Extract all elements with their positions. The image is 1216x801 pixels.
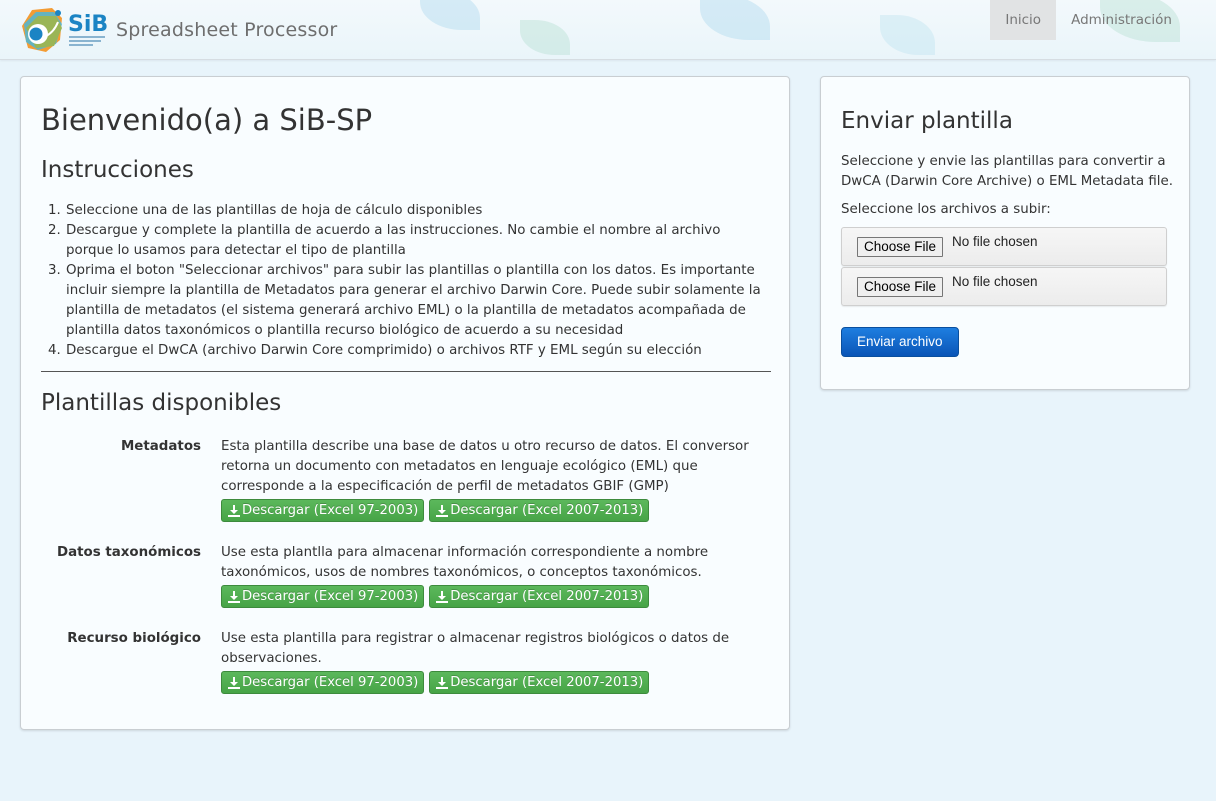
file-status: No file chosen	[952, 234, 1038, 249]
file-status: No file chosen	[952, 274, 1038, 289]
download-icon	[436, 676, 449, 689]
instruction-item: Seleccione una de las plantillas de hoja…	[65, 201, 766, 221]
background-leaf	[700, 0, 770, 40]
download-icon	[228, 504, 240, 517]
instructions-heading: Instrucciones	[41, 157, 194, 183]
background-leaf	[880, 15, 935, 55]
upload-panel: Enviar plantilla Seleccione y envie las …	[820, 76, 1190, 390]
download-icon	[436, 504, 449, 517]
download-icon	[228, 676, 240, 689]
upload-heading: Enviar plantilla	[841, 108, 1013, 134]
submit-file-button[interactable]: Enviar archivo	[841, 327, 959, 357]
download-xls-label: Descargar (Excel 97-2003)	[242, 675, 419, 690]
brand[interactable]: SiB Spreadsheet Processor	[18, 4, 337, 56]
template-name: Recurso biológico	[67, 631, 201, 646]
instructions-list: Seleccione una de las plantillas de hoja…	[41, 201, 766, 361]
template-description: Use esta plantilla para registrar o alma…	[221, 631, 730, 666]
choose-file-button[interactable]: Choose File	[857, 237, 944, 257]
choose-file-button[interactable]: Choose File	[857, 277, 944, 297]
download-xlsx-button[interactable]: Descargar (Excel 2007-2013)	[429, 499, 650, 522]
download-xlsx-button[interactable]: Descargar (Excel 2007-2013)	[429, 671, 650, 694]
download-xlsx-button[interactable]: Descargar (Excel 2007-2013)	[429, 585, 650, 608]
download-xlsx-label: Descargar (Excel 2007-2013)	[450, 503, 644, 518]
background-leaf	[420, 0, 480, 30]
template-description: Esta plantilla describe una base de dato…	[221, 439, 749, 494]
divider	[41, 371, 771, 372]
app-title: Spreadsheet Processor	[116, 19, 338, 41]
page-title: Bienvenido(a) a SiB-SP	[41, 103, 373, 137]
file-input-1[interactable]: Choose File No file chosen	[841, 227, 1167, 266]
instruction-item: Descargue y complete la plantilla de acu…	[65, 221, 766, 261]
template-name: Datos taxonómicos	[56, 545, 201, 560]
file-input-2[interactable]: Choose File No file chosen	[841, 267, 1167, 306]
template-description: Use esta plantlla para almacenar informa…	[221, 545, 709, 580]
download-xls-label: Descargar (Excel 97-2003)	[242, 589, 419, 604]
templates-heading: Plantillas disponibles	[41, 390, 282, 416]
instruction-item: Descargue el DwCA (archivo Darwin Core c…	[65, 341, 766, 361]
instruction-item: Oprima el boton "Seleccionar archivos" p…	[65, 261, 766, 341]
download-icon	[228, 590, 240, 603]
download-xlsx-label: Descargar (Excel 2007-2013)	[450, 675, 644, 690]
welcome-panel: Bienvenido(a) a SiB-SP Instrucciones Sel…	[20, 76, 790, 730]
template-name: Metadatos	[120, 439, 201, 454]
download-xls-label: Descargar (Excel 97-2003)	[242, 503, 419, 518]
download-icon	[436, 590, 449, 603]
nav-inicio[interactable]: Inicio	[990, 0, 1057, 40]
files-label: Seleccione los archivos a subir:	[841, 202, 1051, 217]
background-leaf	[520, 20, 570, 55]
download-xls-button[interactable]: Descargar (Excel 97-2003)	[221, 671, 425, 694]
sib-logo: SiB	[18, 4, 110, 56]
navbar: SiB Spreadsheet Processor Inicio Adminis…	[0, 0, 1216, 60]
download-xlsx-label: Descargar (Excel 2007-2013)	[450, 589, 644, 604]
nav-administracion[interactable]: Administración	[1056, 0, 1187, 40]
download-xls-button[interactable]: Descargar (Excel 97-2003)	[221, 499, 425, 522]
svg-text:SiB: SiB	[68, 12, 108, 37]
download-xls-button[interactable]: Descargar (Excel 97-2003)	[221, 585, 425, 608]
upload-description: Seleccione y envie las plantillas para c…	[841, 154, 1174, 189]
main-nav: Inicio Administración	[990, 0, 1187, 40]
